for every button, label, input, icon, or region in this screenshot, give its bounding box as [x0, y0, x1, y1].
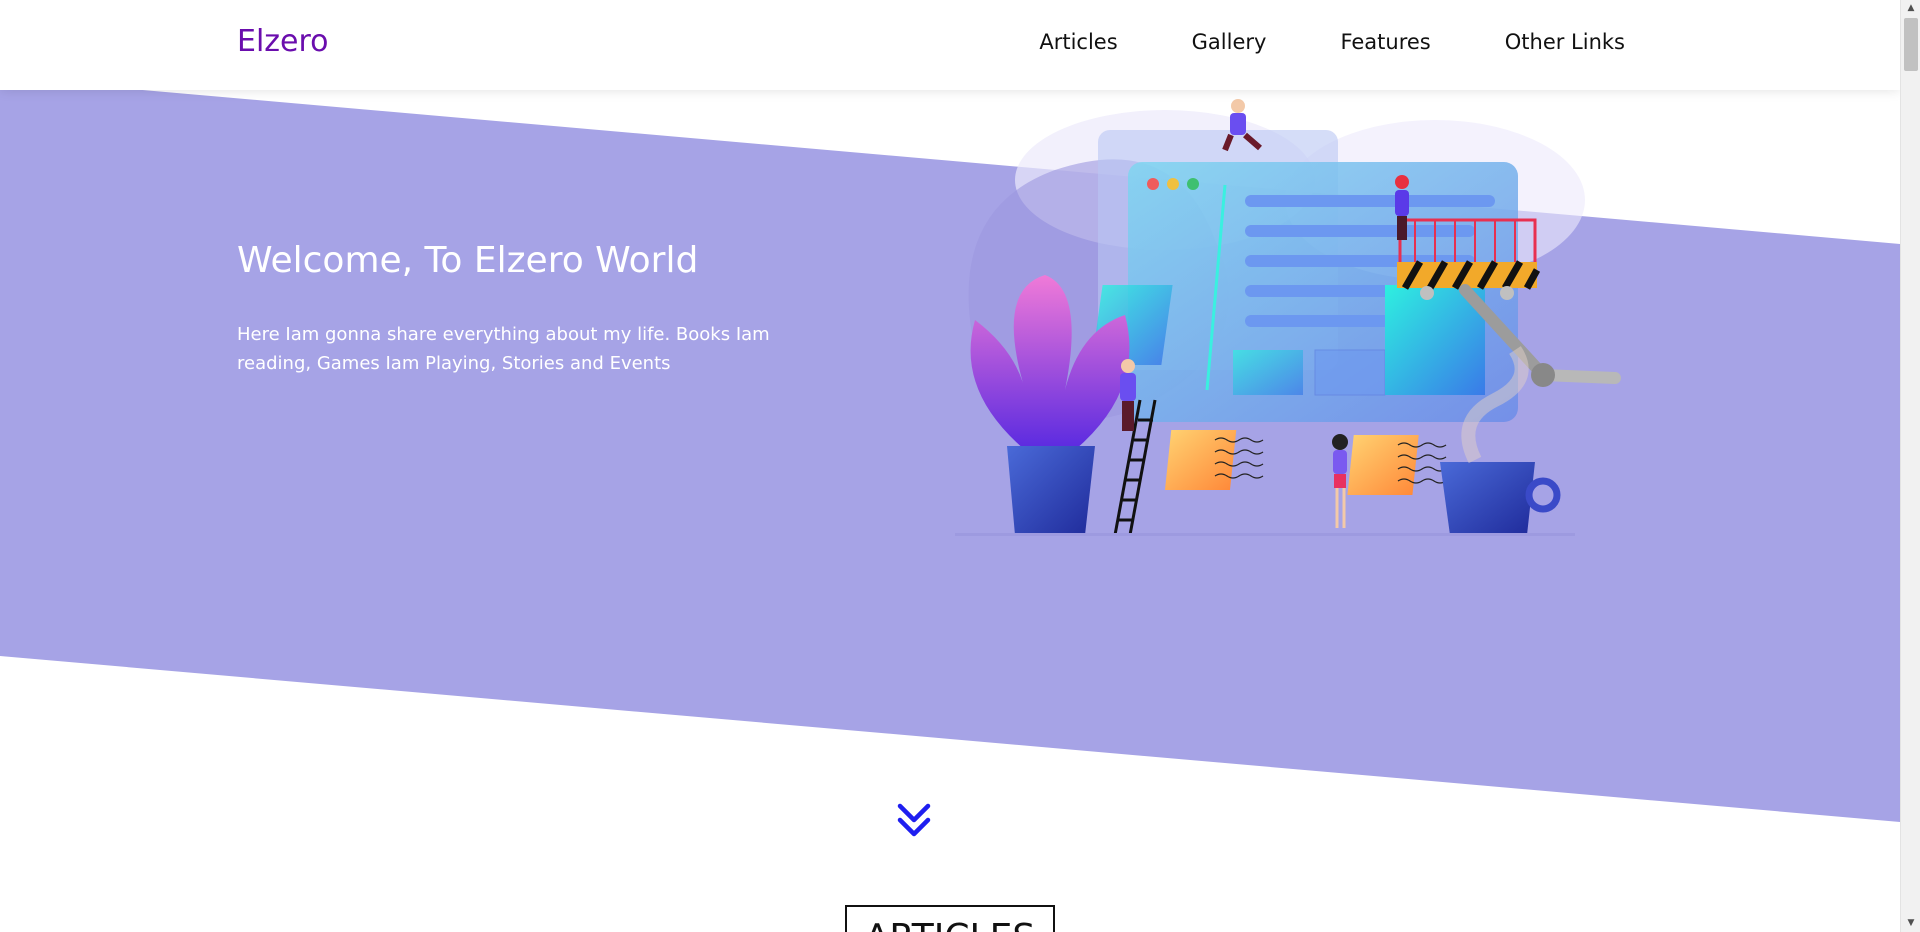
nav-other-links[interactable]: Other Links — [1468, 30, 1625, 54]
hero-section: Welcome, To Elzero World Here Iam gonna … — [0, 0, 1900, 932]
scrollbar-thumb[interactable] — [1904, 18, 1918, 71]
scroll-down-arrow-icon[interactable]: ▼ — [1901, 915, 1920, 932]
vertical-scrollbar[interactable]: ▲ ▼ — [1900, 0, 1920, 932]
scroll-down-icon[interactable] — [894, 800, 934, 840]
scroll-up-arrow-icon[interactable]: ▲ — [1901, 0, 1920, 17]
hero-illustration — [955, 99, 1621, 536]
page: Welcome, To Elzero World Here Iam gonna … — [0, 0, 1900, 932]
articles-heading: ARTICLES — [845, 905, 1055, 932]
nav-gallery[interactable]: Gallery — [1155, 30, 1304, 54]
hero-description: Here Iam gonna share everything about my… — [237, 324, 770, 374]
nav-articles[interactable]: Articles — [1002, 30, 1154, 54]
header: Elzero Articles Gallery Features Other L… — [0, 0, 1900, 90]
logo[interactable]: Elzero — [237, 24, 329, 59]
main-nav: Articles Gallery Features Other Links — [1002, 30, 1625, 54]
hero-title: Welcome, To Elzero World — [237, 240, 699, 281]
nav-features[interactable]: Features — [1303, 30, 1467, 54]
